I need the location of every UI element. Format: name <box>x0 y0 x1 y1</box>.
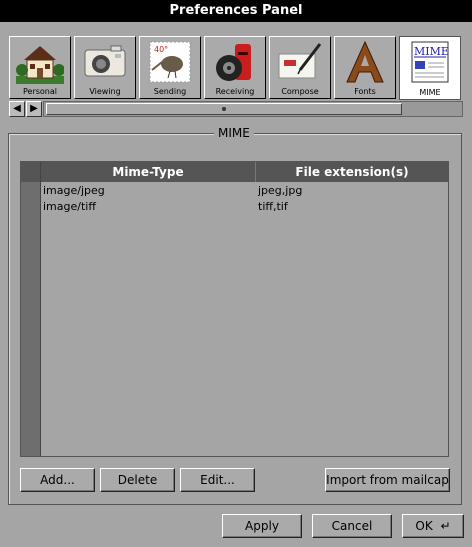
pen-letter-icon <box>278 43 322 79</box>
tab-label: Receiving <box>215 87 255 96</box>
tab-compose[interactable]: Compose <box>269 36 331 99</box>
cell-mime-type: image/jpeg <box>43 184 105 197</box>
tab-label: Viewing <box>89 87 121 96</box>
tab-receiving[interactable]: Receiving <box>204 36 266 99</box>
window-title: Preferences Panel <box>0 0 472 22</box>
mime-table: Mime-Type File extension(s) image/jpeg j… <box>20 161 449 457</box>
letter-a-icon <box>346 40 384 83</box>
svg-text:40°: 40° <box>154 45 168 54</box>
return-key-icon: ↵ <box>440 519 451 533</box>
table-row[interactable]: image/jpeg jpeg,jpg <box>41 183 448 199</box>
tab-label: Compose <box>281 87 319 96</box>
tab-mime[interactable]: MIME MIME <box>399 36 461 100</box>
cancel-button[interactable]: Cancel <box>312 514 392 538</box>
ok-label: OK <box>415 519 433 533</box>
column-header-file-extensions[interactable]: File extension(s) <box>256 162 448 182</box>
mime-document-icon: MIME <box>411 41 449 83</box>
svg-text:MIME: MIME <box>414 45 449 58</box>
scroll-thumb[interactable] <box>46 103 402 115</box>
table-row[interactable]: image/tiff tiff,tif <box>41 199 448 215</box>
apply-button[interactable]: Apply <box>222 514 302 538</box>
cell-mime-type: image/tiff <box>43 200 96 213</box>
group-title: MIME <box>214 125 254 141</box>
ok-button[interactable]: OK ↵ <box>402 514 464 538</box>
tab-label: MIME <box>419 88 441 97</box>
delete-button[interactable]: Delete <box>100 468 175 492</box>
cell-file-extensions: jpeg,jpg <box>258 184 303 197</box>
tab-label: Fonts <box>354 87 376 96</box>
tab-viewing[interactable]: Viewing <box>74 36 136 99</box>
row-selector-column <box>21 162 41 456</box>
table-header: Mime-Type File extension(s) <box>41 162 448 182</box>
add-button[interactable]: Add... <box>20 468 95 492</box>
edit-button[interactable]: Edit... <box>180 468 255 492</box>
column-header-mime-type[interactable]: Mime-Type <box>41 162 256 182</box>
tab-fonts[interactable]: Fonts <box>334 36 396 99</box>
scroll-left-icon[interactable]: ◀ <box>9 101 25 117</box>
mailbox-icon <box>216 44 251 81</box>
tab-label: Sending <box>153 87 187 96</box>
tab-label: Personal <box>22 87 57 96</box>
import-from-mailcap-button[interactable]: Import from mailcap <box>325 468 450 492</box>
scroll-track[interactable] <box>43 101 463 117</box>
scroll-thumb-grip <box>222 107 226 111</box>
tab-personal[interactable]: Personal <box>9 36 71 99</box>
tab-sending[interactable]: 40° Sending <box>139 36 201 99</box>
preferences-tab-strip: Personal Viewing 40° Sending Receiving C… <box>9 36 463 100</box>
scroll-right-icon[interactable]: ▶ <box>26 101 42 117</box>
table-corner <box>21 162 40 182</box>
camera-icon <box>84 45 126 77</box>
stamp-icon: 40° <box>149 41 191 83</box>
cell-file-extensions: tiff,tif <box>258 200 288 213</box>
tab-scrollbar: ◀ ▶ <box>9 101 463 118</box>
house-icon <box>16 46 64 84</box>
